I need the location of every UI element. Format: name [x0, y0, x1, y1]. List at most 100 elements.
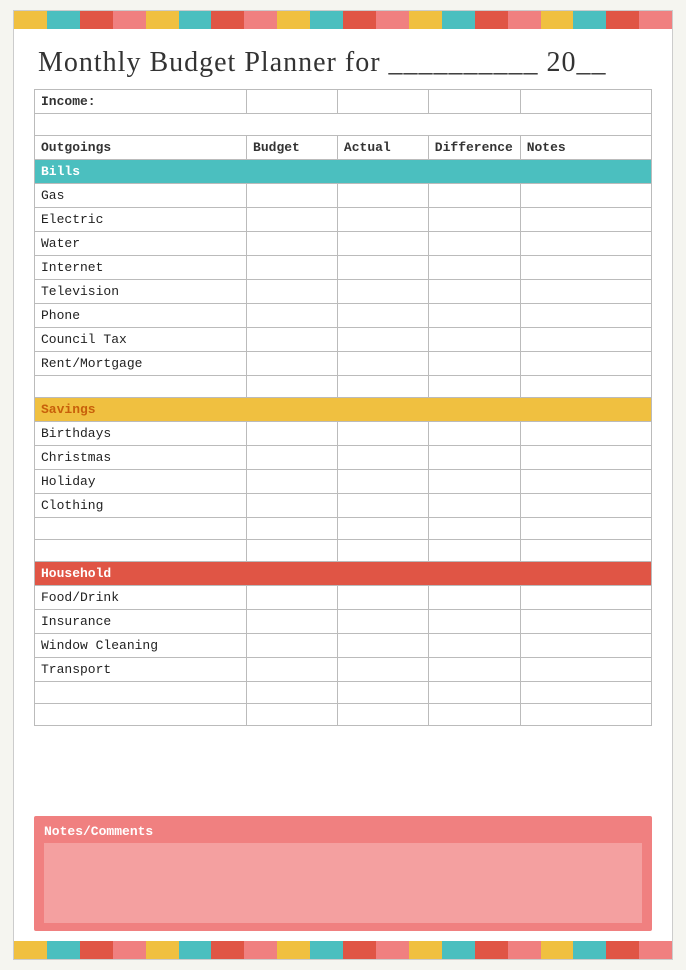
row-diff[interactable] [428, 422, 520, 446]
row-notes[interactable] [520, 256, 651, 280]
row-diff[interactable] [428, 184, 520, 208]
row-notes[interactable] [520, 184, 651, 208]
row-actual[interactable] [337, 256, 428, 280]
row-diff[interactable] [428, 494, 520, 518]
row-notes[interactable] [520, 634, 651, 658]
row-budget[interactable] [247, 422, 338, 446]
row-actual[interactable] [337, 634, 428, 658]
household-label: Household [35, 562, 652, 586]
row-diff[interactable] [428, 470, 520, 494]
row-notes[interactable] [520, 586, 651, 610]
row-budget[interactable] [247, 232, 338, 256]
row-actual[interactable] [337, 184, 428, 208]
top-seg-20 [639, 11, 672, 29]
row-notes[interactable] [520, 304, 651, 328]
row-actual[interactable] [337, 586, 428, 610]
notes-body[interactable] [44, 843, 642, 923]
row-notes[interactable] [520, 470, 651, 494]
top-seg-8 [244, 11, 277, 29]
row-notes[interactable] [520, 422, 651, 446]
row-budget[interactable] [247, 470, 338, 494]
row-notes[interactable] [520, 658, 651, 682]
row-diff[interactable] [428, 256, 520, 280]
row-diff[interactable] [428, 446, 520, 470]
table-row: Internet [35, 256, 652, 280]
row-budget[interactable] [247, 280, 338, 304]
household-header: Household [35, 562, 652, 586]
title-area: Monthly Budget Planner for __________ 20… [14, 29, 672, 89]
row-budget[interactable] [247, 658, 338, 682]
row-diff[interactable] [428, 634, 520, 658]
row-budget[interactable] [247, 586, 338, 610]
top-seg-9 [277, 11, 310, 29]
row-actual[interactable] [337, 280, 428, 304]
row-notes[interactable] [520, 328, 651, 352]
bot-seg-15 [475, 941, 508, 959]
header-actual: Actual [337, 136, 428, 160]
row-diff[interactable] [428, 658, 520, 682]
bot-seg-14 [442, 941, 475, 959]
row-budget[interactable] [247, 328, 338, 352]
income-budget[interactable] [247, 90, 338, 114]
row-notes[interactable] [520, 610, 651, 634]
page-title: Monthly Budget Planner for __________ 20… [38, 47, 607, 78]
income-actual[interactable] [337, 90, 428, 114]
row-diff[interactable] [428, 280, 520, 304]
row-budget[interactable] [247, 256, 338, 280]
row-actual[interactable] [337, 208, 428, 232]
table-row: Gas [35, 184, 652, 208]
bot-seg-3 [80, 941, 113, 959]
main-content: Income: Outgoings Budget Actual Differen… [14, 89, 672, 804]
row-actual[interactable] [337, 658, 428, 682]
row-notes[interactable] [520, 208, 651, 232]
row-actual[interactable] [337, 446, 428, 470]
table-row: Phone [35, 304, 652, 328]
row-diff[interactable] [428, 352, 520, 376]
row-label: Television [35, 280, 247, 304]
row-notes[interactable] [520, 280, 651, 304]
row-actual[interactable] [337, 328, 428, 352]
top-seg-14 [442, 11, 475, 29]
header-budget: Budget [247, 136, 338, 160]
row-label: Transport [35, 658, 247, 682]
table-row: Television [35, 280, 652, 304]
row-budget[interactable] [247, 634, 338, 658]
row-actual[interactable] [337, 304, 428, 328]
row-notes[interactable] [520, 232, 651, 256]
row-label: Christmas [35, 446, 247, 470]
row-budget[interactable] [247, 446, 338, 470]
row-notes[interactable] [520, 446, 651, 470]
row-diff[interactable] [428, 304, 520, 328]
spacer-row [35, 376, 652, 398]
row-budget[interactable] [247, 304, 338, 328]
row-actual[interactable] [337, 494, 428, 518]
bot-seg-6 [179, 941, 212, 959]
row-budget[interactable] [247, 208, 338, 232]
income-diff[interactable] [428, 90, 520, 114]
row-notes[interactable] [520, 352, 651, 376]
row-actual[interactable] [337, 232, 428, 256]
row-budget[interactable] [247, 610, 338, 634]
row-actual[interactable] [337, 422, 428, 446]
row-diff[interactable] [428, 208, 520, 232]
row-notes[interactable] [520, 494, 651, 518]
row-diff[interactable] [428, 232, 520, 256]
header-notes: Notes [520, 136, 651, 160]
row-diff[interactable] [428, 328, 520, 352]
bot-seg-8 [244, 941, 277, 959]
table-row: Insurance [35, 610, 652, 634]
table-row: Window Cleaning [35, 634, 652, 658]
row-actual[interactable] [337, 610, 428, 634]
row-actual[interactable] [337, 470, 428, 494]
row-diff[interactable] [428, 586, 520, 610]
top-seg-13 [409, 11, 442, 29]
row-budget[interactable] [247, 184, 338, 208]
savings-label: Savings [35, 398, 652, 422]
bot-seg-13 [409, 941, 442, 959]
bot-seg-2 [47, 941, 80, 959]
row-actual[interactable] [337, 352, 428, 376]
row-budget[interactable] [247, 352, 338, 376]
income-notes[interactable] [520, 90, 651, 114]
row-diff[interactable] [428, 610, 520, 634]
row-budget[interactable] [247, 494, 338, 518]
